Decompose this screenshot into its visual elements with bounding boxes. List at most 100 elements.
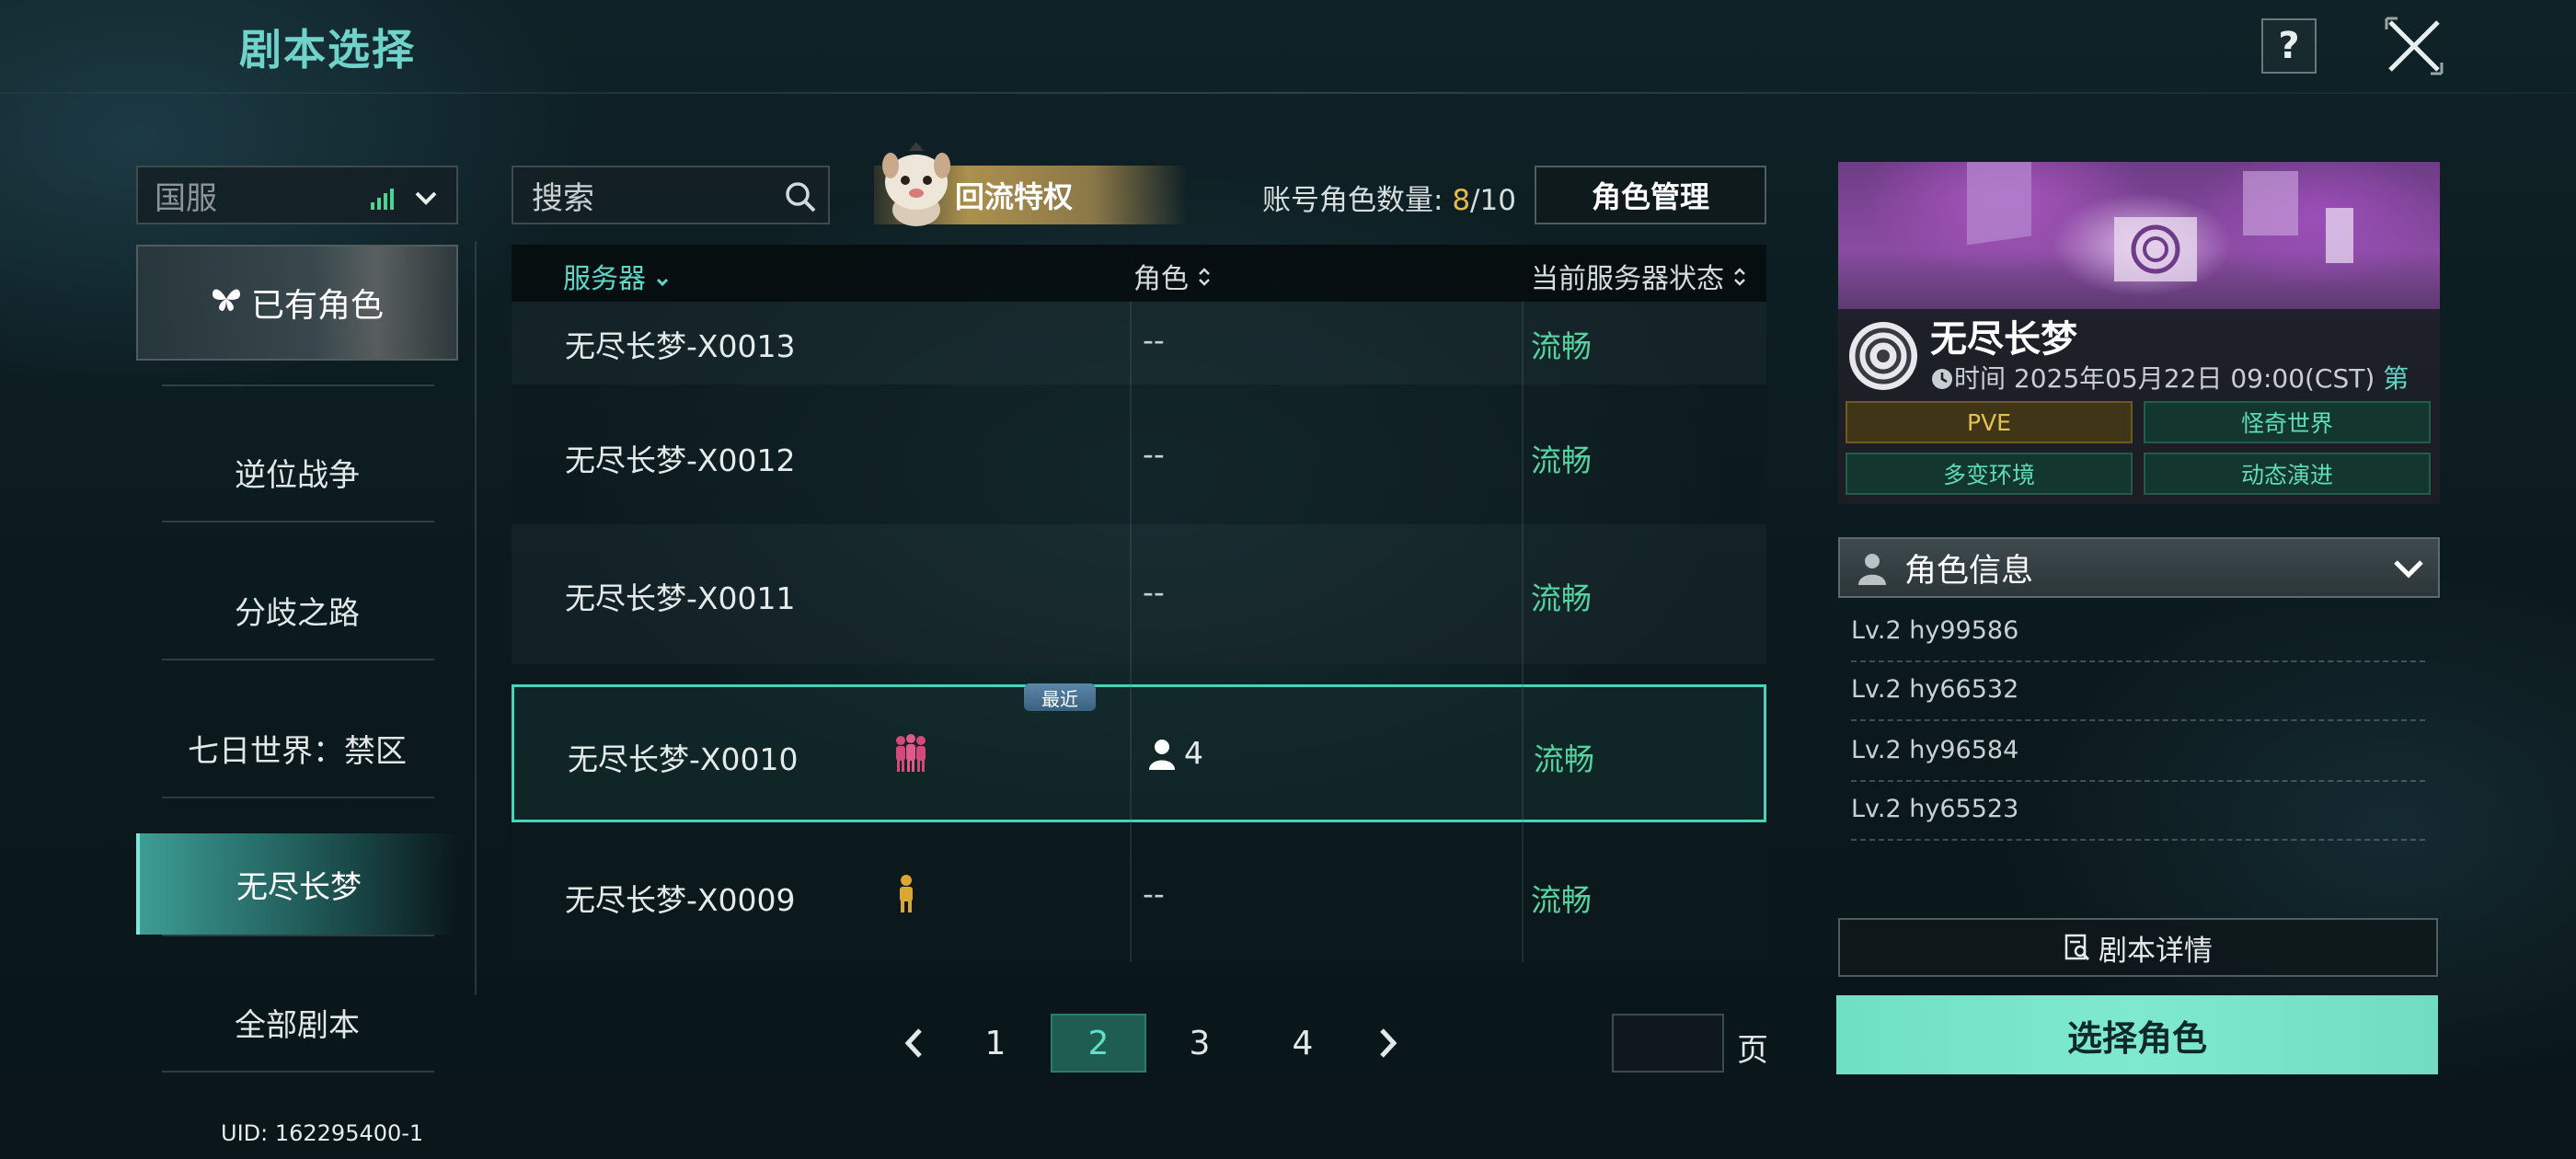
- role-count-cell: --: [1143, 574, 1165, 610]
- signal-icon: [371, 189, 394, 210]
- script-name: 无尽长梦: [1930, 318, 2077, 361]
- server-status: 流畅: [1531, 328, 1592, 364]
- chevron-right-icon: [1380, 1028, 1397, 1058]
- role-count-cell: 4: [1184, 735, 1203, 771]
- sidebar-item-all-scripts[interactable]: 全部剧本: [136, 971, 458, 1073]
- role-list-item[interactable]: Lv.2 hy65523: [1851, 782, 2425, 841]
- column-header-label: 服务器: [563, 263, 646, 295]
- tag-dynamic-evolution: 动态演进: [2144, 453, 2431, 495]
- server-status: 流畅: [1531, 442, 1592, 478]
- butterfly-icon: [211, 285, 242, 320]
- script-time-label: 时间 2025年05月22日 09:00(CST): [1954, 363, 2375, 394]
- script-banner-image: [1838, 162, 2440, 309]
- sidebar-divider: [162, 935, 434, 936]
- script-time-tail: 第: [2375, 363, 2409, 394]
- tag-weird-world: 怪奇世界: [2144, 401, 2431, 443]
- select-role-button[interactable]: 选择角色: [1836, 995, 2438, 1074]
- role-count-current: 8: [1452, 184, 1471, 217]
- owned-roles-label: 已有角色: [250, 287, 384, 325]
- column-header-status[interactable]: 当前服务器状态: [1531, 256, 1746, 296]
- page-title: 剧本选择: [239, 25, 416, 75]
- search-placeholder: 搜索: [532, 179, 594, 217]
- close-icon: [2385, 17, 2444, 75]
- table-header: 服务器 角色 当前服务器状态: [512, 245, 1766, 302]
- page-button-4[interactable]: 4: [1268, 1014, 1338, 1073]
- page-button-2[interactable]: 2: [1051, 1014, 1146, 1073]
- return-privilege-label: 回流特权: [955, 179, 1074, 214]
- server-table: 无尽长梦-X0013 -- 流畅 无尽长梦-X0012 -- 流畅 无尽长梦-X…: [512, 245, 1766, 962]
- role-manage-button[interactable]: 角色管理: [1535, 166, 1766, 224]
- role-info-label: 角色信息: [1904, 552, 2034, 590]
- sidebar-vertical-divider: [475, 241, 477, 995]
- sidebar-item-label: 全部剧本: [235, 1006, 360, 1044]
- server-name: 无尽长梦-X0013: [565, 328, 796, 364]
- recent-badge: 最近: [1024, 683, 1096, 711]
- page-button-3[interactable]: 3: [1165, 1014, 1235, 1073]
- owned-roles-button[interactable]: 已有角色: [136, 245, 458, 361]
- server-region-select[interactable]: 国服: [136, 166, 458, 224]
- server-name: 无尽长梦-X0011: [565, 580, 796, 616]
- top-divider: [0, 92, 2576, 94]
- server-status: 流畅: [1531, 882, 1592, 918]
- role-list-item[interactable]: Lv.2 hy66532: [1851, 662, 2425, 721]
- sidebar-item-divergent-path[interactable]: 分歧之路: [136, 559, 458, 660]
- server-name: 无尽长梦-X0012: [565, 442, 796, 478]
- sidebar-item-label: 分歧之路: [235, 594, 360, 632]
- sidebar-item-endless-dream[interactable]: 无尽长梦: [136, 833, 458, 935]
- role-count-cell: --: [1143, 322, 1165, 358]
- search-input[interactable]: 搜索: [512, 166, 830, 224]
- sidebar-item-seven-days-restricted[interactable]: 七日世界：禁区: [136, 697, 458, 798]
- table-row[interactable]: 无尽长梦-X0011 -- 流畅: [512, 524, 1766, 664]
- column-header-label: 角色: [1133, 263, 1189, 295]
- tag-changing-environment: 多变环境: [1846, 453, 2133, 495]
- chevron-down-icon: [2394, 560, 2423, 579]
- column-header-label: 当前服务器状态: [1531, 263, 1724, 295]
- table-row[interactable]: 无尽长梦-X0012 -- 流畅: [512, 384, 1766, 524]
- help-button[interactable]: ?: [2261, 18, 2317, 74]
- column-divider: [1522, 245, 1524, 962]
- sort-desc-icon: [656, 278, 668, 287]
- server-name: 无尽长梦-X0010: [568, 741, 799, 777]
- prev-page-button[interactable]: [889, 1014, 940, 1073]
- role-list-item[interactable]: Lv.2 hy99586: [1851, 603, 2425, 662]
- column-header-role[interactable]: 角色: [1133, 256, 1211, 296]
- sidebar-divider: [162, 1071, 434, 1073]
- role-count-cell: --: [1143, 876, 1165, 912]
- column-header-server[interactable]: 服务器: [563, 256, 670, 296]
- script-details-button[interactable]: 剧本详情: [1838, 918, 2438, 977]
- server-status: 流畅: [1531, 580, 1592, 616]
- server-name: 无尽长梦-X0009: [565, 882, 796, 918]
- sidebar-divider: [162, 659, 434, 660]
- person-icon: [1149, 740, 1175, 770]
- chevron-left-icon: [904, 1028, 922, 1058]
- sidebar-item-label: 逆位战争: [235, 456, 360, 494]
- next-page-button[interactable]: [1362, 1014, 1413, 1073]
- page-jump-input[interactable]: [1612, 1014, 1724, 1073]
- document-search-icon: [2064, 934, 2090, 961]
- role-list-item[interactable]: Lv.2 hy96584: [1851, 723, 2425, 782]
- account-role-count: 账号角色数量: 8/10: [1262, 177, 1516, 218]
- sidebar-item-inverted-war[interactable]: 逆位战争: [136, 421, 458, 522]
- page-button-1[interactable]: 1: [960, 1014, 1030, 1073]
- mascot-icon: [876, 138, 959, 228]
- crowd-pink-icon: [896, 734, 926, 772]
- server-region-value: 国服: [155, 179, 217, 217]
- role-count-max: /10: [1470, 184, 1516, 217]
- role-info-dropdown[interactable]: 角色信息: [1838, 537, 2440, 598]
- search-icon[interactable]: [784, 180, 817, 213]
- uid-label: UID: 162295400-1: [221, 1120, 424, 1146]
- clock-icon: [1932, 369, 1952, 389]
- script-card: 无尽长梦 时间 2025年05月22日 09:00(CST) 第 PVE 怪奇世…: [1838, 162, 2440, 504]
- person-icon: [1858, 554, 1886, 585]
- column-divider: [1130, 245, 1132, 962]
- close-button[interactable]: [2385, 17, 2444, 75]
- table-row-selected[interactable]: 最近 无尽长梦-X0010 4 流畅: [512, 683, 1766, 822]
- sort-icon: [1733, 268, 1745, 286]
- sidebar-divider: [162, 797, 434, 798]
- table-row[interactable]: 无尽长梦-X0013 -- 流畅: [512, 302, 1766, 384]
- script-details-label: 剧本详情: [2099, 934, 2213, 968]
- page-suffix-label: 页: [1737, 1032, 1768, 1069]
- sort-icon: [1198, 268, 1210, 286]
- table-row[interactable]: 无尽长梦-X0009 -- 流畅: [512, 822, 1766, 962]
- role-count-cell: --: [1143, 436, 1165, 472]
